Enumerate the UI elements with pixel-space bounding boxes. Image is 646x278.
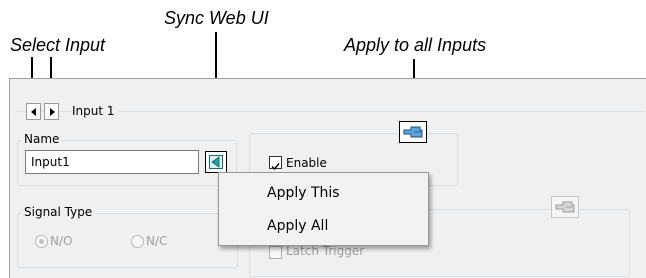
menu-item-apply-all[interactable]: Apply All <box>220 213 427 240</box>
latch-trigger-checkbox[interactable] <box>269 246 282 259</box>
name-group-label: Name <box>21 132 63 146</box>
callout-select-input: Select Input <box>10 35 106 55</box>
pointing-hand-icon <box>403 126 423 138</box>
sync-context-menu: Apply This Apply All <box>218 172 429 246</box>
callout-apply-to-all: Apply to all Inputs <box>344 35 487 55</box>
pointing-hand-icon <box>555 201 575 213</box>
sync-triangle-icon <box>209 155 223 169</box>
callout-sync-web-ui: Sync Web UI <box>164 8 269 28</box>
right-arrow-icon <box>49 107 55 116</box>
left-arrow-icon <box>30 107 36 116</box>
enable-label: Enable <box>286 156 327 170</box>
prev-input-button[interactable] <box>26 103 41 120</box>
next-input-button[interactable] <box>44 103 59 120</box>
latch-trigger-label: Latch Trigger <box>286 244 365 258</box>
input-title: Input 1 <box>72 104 119 118</box>
signal-type-label: Signal Type <box>21 205 96 219</box>
input-name-field[interactable]: Input1 <box>25 150 199 174</box>
apply-trigger-button[interactable] <box>551 196 579 218</box>
radio-normally-closed[interactable] <box>131 235 144 248</box>
radio-normally-closed-label: N/C <box>146 234 168 248</box>
apply-to-all-button[interactable] <box>399 121 427 143</box>
radio-normally-open[interactable] <box>35 235 48 248</box>
sync-web-ui-button[interactable] <box>205 151 227 173</box>
radio-normally-open-label: N/O <box>50 234 73 248</box>
checkmark-icon <box>271 163 280 171</box>
enable-checkbox[interactable] <box>269 156 282 171</box>
menu-item-apply-this[interactable]: Apply This <box>220 180 427 207</box>
